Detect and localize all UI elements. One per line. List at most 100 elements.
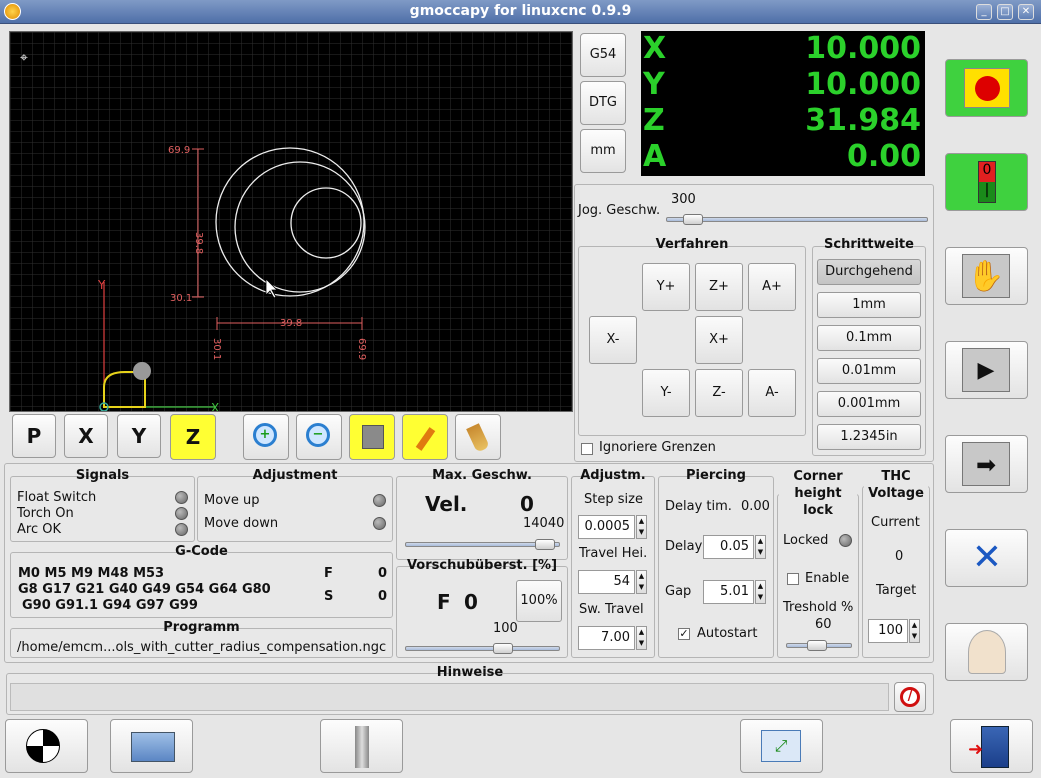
jog-aminus-button[interactable]: A- <box>748 369 796 417</box>
manual-mode-button[interactable]: ✋ <box>945 247 1028 305</box>
gcode-line1: M0 M5 M9 M48 M53 <box>18 566 165 581</box>
travel-height-spinner[interactable]: ▲ ▼ <box>636 570 647 594</box>
autostart-checkbox[interactable]: ✓ <box>678 628 690 640</box>
exit-door-icon: ➜ <box>968 726 1009 768</box>
increment-continuous[interactable]: Durchgehend <box>817 259 921 285</box>
dim-top: 69.9 <box>168 145 190 156</box>
units-button[interactable]: mm <box>580 129 626 173</box>
touch-off-button[interactable] <box>110 719 193 773</box>
zoom-in-button[interactable]: + <box>243 414 289 460</box>
close-icon[interactable]: ✕ <box>1018 4 1034 20</box>
feed-value: 100 <box>493 621 518 636</box>
thc-target-input[interactable]: 100 <box>868 619 908 643</box>
clear-messages-button[interactable]: / <box>894 682 926 712</box>
ignore-limits-checkbox[interactable] <box>581 443 593 455</box>
user-tabs-button[interactable] <box>945 623 1028 681</box>
delay-input[interactable]: 0.05 <box>703 535 754 559</box>
view-z-button[interactable]: Z <box>170 414 216 460</box>
auto-mode-button[interactable]: ➡ <box>945 435 1028 493</box>
mdi-mode-button[interactable]: ▶ <box>945 341 1028 399</box>
jog-speed-label: Jog. Geschw. <box>578 203 661 218</box>
origin-marker-icon: ⌖ <box>20 50 28 66</box>
feed-f-label: F <box>437 590 451 614</box>
exit-button[interactable]: ➜ <box>950 719 1033 773</box>
locked-led <box>839 534 852 547</box>
view-y-button[interactable]: Y <box>117 414 161 458</box>
delay-time-label: Delay tim. <box>665 499 732 514</box>
sw-travel-spinner[interactable]: ▲ ▼ <box>636 626 647 650</box>
increment-01mm[interactable]: 0.1mm <box>817 325 921 351</box>
jog-xplus-button[interactable]: X+ <box>695 316 743 364</box>
enable-label: Enable <box>805 571 850 586</box>
signal-arc-ok-led <box>175 523 188 536</box>
signal-torch-on: Torch On <box>17 506 74 521</box>
enable-checkbox[interactable] <box>787 573 799 585</box>
sw-travel-input[interactable]: 7.00 <box>578 626 635 650</box>
gap-label: Gap <box>665 584 692 599</box>
mdi-hand-icon: ▶ <box>962 348 1010 392</box>
view-x-button[interactable]: X <box>64 414 108 458</box>
move-up-label: Move up <box>204 493 260 508</box>
feed-slider[interactable] <box>405 646 560 651</box>
tool-path-button[interactable] <box>402 414 448 460</box>
increment-1mm[interactable]: 1mm <box>817 292 921 318</box>
thc-current-label: Current <box>871 515 920 530</box>
step-size-label: Step size <box>584 492 643 507</box>
tool-marker <box>133 362 151 380</box>
zoom-out-button[interactable]: − <box>296 414 342 460</box>
estop-button[interactable] <box>945 59 1028 117</box>
jog-aplus-button[interactable]: A+ <box>748 263 796 311</box>
ignore-limits-label: Ignoriere Grenzen <box>599 440 716 455</box>
step-size-spinner[interactable]: ▲ ▼ <box>636 515 647 539</box>
homing-button[interactable] <box>5 719 88 773</box>
treshold-knob[interactable] <box>806 640 827 651</box>
autostart-label: Autostart <box>697 626 758 641</box>
clear-plot-button[interactable] <box>455 414 501 460</box>
gap-input[interactable]: 5.01 <box>703 580 754 604</box>
delay-label: Delay <box>665 539 703 554</box>
treshold-value: 60 <box>815 617 832 632</box>
increment-001mm[interactable]: 0.01mm <box>817 358 921 384</box>
dro-x-value: 10.000 <box>805 31 921 66</box>
increment-0001mm[interactable]: 0.001mm <box>817 391 921 417</box>
dtg-button[interactable]: DTG <box>580 81 626 125</box>
caliper-icon <box>362 425 384 449</box>
jog-speed-knob[interactable] <box>682 214 703 225</box>
jog-yplus-button[interactable]: Y+ <box>642 263 690 311</box>
jog-zminus-button[interactable]: Z- <box>695 369 743 417</box>
broom-icon <box>466 423 490 453</box>
feed-knob[interactable] <box>492 643 513 654</box>
programm-path: /home/emcm...ols_with_cutter_radius_comp… <box>17 640 387 655</box>
gcode-s-value: 0 <box>378 589 388 604</box>
gcode-line3: G90 G91.1 G94 G97 G99 <box>22 598 198 613</box>
jog-speed-slider[interactable] <box>666 217 928 222</box>
increment-inch[interactable]: 1.2345in <box>817 424 921 450</box>
dro-x-label: X <box>643 31 667 66</box>
jog-zplus-button[interactable]: Z+ <box>695 263 743 311</box>
jog-yminus-button[interactable]: Y- <box>642 369 690 417</box>
hinweise-title: Hinweise <box>436 665 504 680</box>
machine-power-button[interactable]: 0 | <box>945 153 1028 211</box>
g54-button[interactable]: G54 <box>580 33 626 77</box>
fullscreen-button[interactable]: ⤢ <box>740 719 823 773</box>
window-title: gmoccapy for linuxcnc 0.9.9 <box>409 3 632 19</box>
travel-height-input[interactable]: 54 <box>578 570 635 594</box>
hinweise-message-area <box>10 683 889 711</box>
feed-title: Vorschubüberst. [%] <box>406 558 558 573</box>
gap-spinner[interactable]: ▲ ▼ <box>755 580 766 604</box>
preview-plot[interactable]: ⌖ 69.9 39.8 30.1 39.8 30.1 69.9 Y X <box>9 31 573 412</box>
delay-spinner[interactable]: ▲ ▼ <box>755 535 766 559</box>
maximize-icon[interactable]: □ <box>997 4 1013 20</box>
dimensions-button[interactable] <box>349 414 395 460</box>
thc-title: THC Voltage <box>864 468 928 502</box>
feed-reset-button[interactable]: 100% <box>516 580 562 622</box>
jog-xminus-button[interactable]: X- <box>589 316 637 364</box>
thc-target-spinner[interactable]: ▲ ▼ <box>909 619 920 643</box>
minimize-icon[interactable]: _ <box>976 4 992 20</box>
piercing-title: Piercing <box>686 468 746 483</box>
maxvel-knob[interactable] <box>534 539 555 550</box>
view-p-button[interactable]: P <box>12 414 56 458</box>
tool-button[interactable] <box>320 719 403 773</box>
settings-button[interactable]: ✕ <box>945 529 1028 587</box>
step-size-input[interactable]: 0.0005 <box>578 515 635 539</box>
